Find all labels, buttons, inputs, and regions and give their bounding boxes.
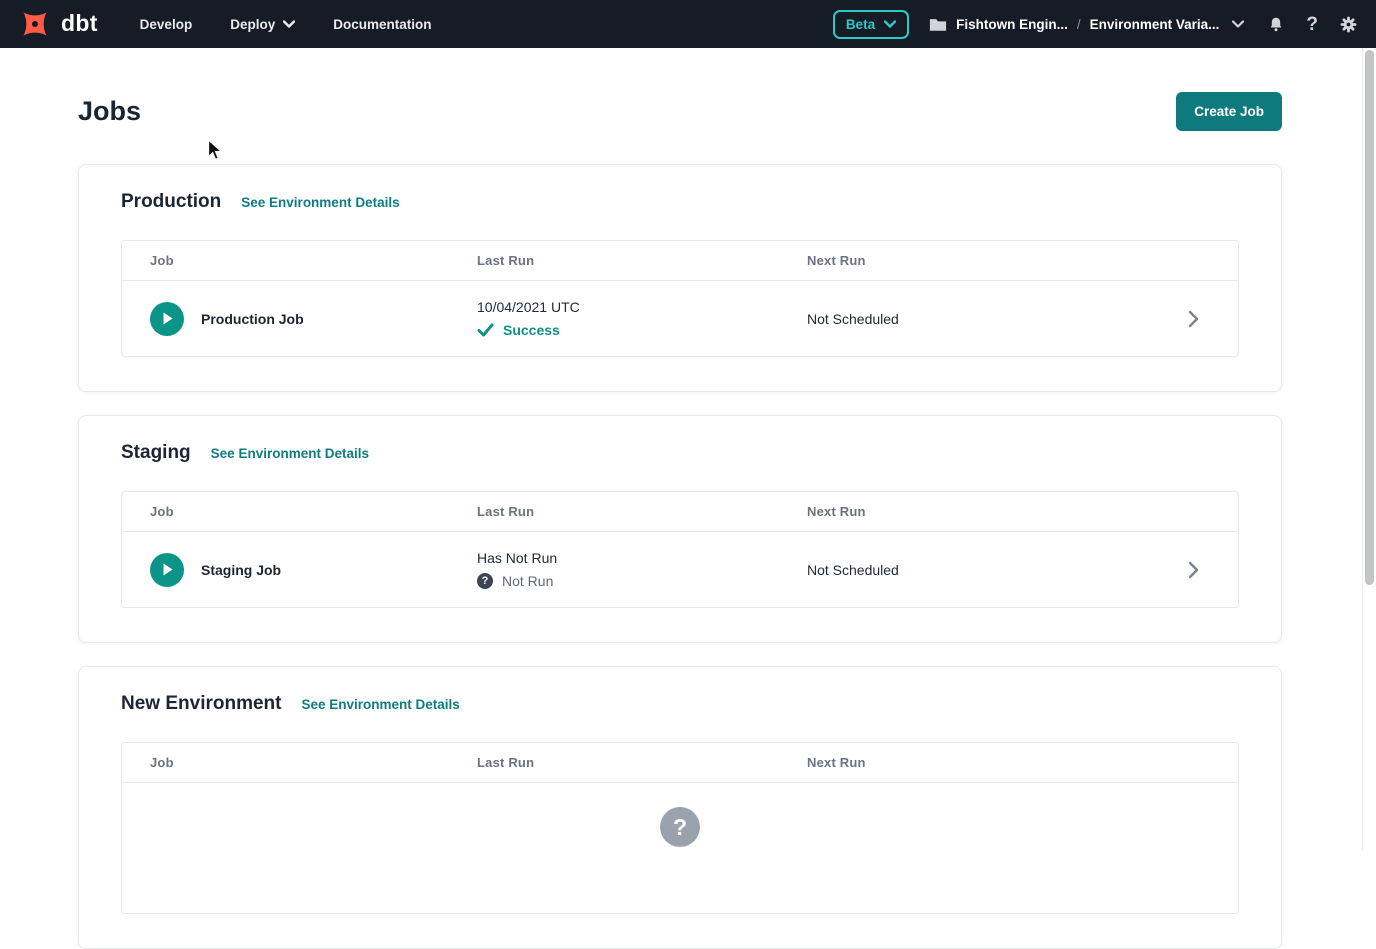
last-run-date: 10/04/2021 UTC bbox=[477, 299, 807, 315]
top-navbar: dbt Develop Deploy Documentation Beta Fi… bbox=[0, 0, 1376, 48]
column-header-job: Job bbox=[122, 253, 477, 268]
breadcrumb-separator: / bbox=[1077, 17, 1081, 32]
column-header-job: Job bbox=[122, 755, 477, 770]
job-name: Staging Job bbox=[201, 562, 281, 578]
column-header-last-run: Last Run bbox=[477, 253, 807, 268]
next-run-value: Not Scheduled bbox=[807, 562, 1148, 578]
job-name: Production Job bbox=[201, 311, 304, 327]
empty-jobs-state: ? bbox=[122, 783, 1238, 913]
chevron-down-icon[interactable] bbox=[1232, 20, 1244, 28]
environment-card-new-environment: New Environment See Environment Details … bbox=[78, 666, 1282, 949]
column-header-next-run: Next Run bbox=[807, 253, 1148, 268]
navbar-right: Beta Fishtown Engin... / Environment Var… bbox=[833, 10, 1358, 39]
chevron-down-icon bbox=[884, 20, 896, 28]
scrollbar-thumb[interactable] bbox=[1365, 50, 1374, 585]
table-header-row: Job Last Run Next Run bbox=[122, 492, 1238, 532]
vertical-scrollbar[interactable] bbox=[1362, 48, 1376, 850]
dbt-logo[interactable]: dbt bbox=[18, 7, 98, 41]
help-icon[interactable]: ? bbox=[1306, 15, 1318, 34]
chevron-down-icon bbox=[283, 20, 295, 28]
chevron-right-icon[interactable] bbox=[1188, 561, 1199, 579]
run-job-play-button[interactable] bbox=[150, 553, 184, 587]
brand-text: dbt bbox=[61, 10, 98, 37]
status-badge: Not Run bbox=[502, 573, 553, 589]
breadcrumb: Fishtown Engin... / Environment Varia... bbox=[929, 17, 1244, 32]
jobs-table: Job Last Run Next Run ? bbox=[121, 742, 1239, 914]
see-environment-details-link[interactable]: See Environment Details bbox=[211, 446, 369, 461]
see-environment-details-link[interactable]: See Environment Details bbox=[241, 195, 399, 210]
chevron-right-icon[interactable] bbox=[1188, 310, 1199, 328]
breadcrumb-project[interactable]: Fishtown Engin... bbox=[956, 17, 1068, 32]
see-environment-details-link[interactable]: See Environment Details bbox=[301, 697, 459, 712]
jobs-page: Jobs Create Job Production See Environme… bbox=[78, 48, 1282, 949]
environment-card-production: Production See Environment Details Job L… bbox=[78, 164, 1282, 392]
dbt-logo-icon bbox=[18, 7, 52, 41]
environment-title: Production bbox=[121, 191, 221, 213]
beta-dropdown[interactable]: Beta bbox=[833, 10, 909, 39]
bell-icon[interactable] bbox=[1267, 15, 1285, 34]
job-row-staging-job[interactable]: Staging Job Has Not Run ? Not Run Not Sc… bbox=[122, 532, 1238, 607]
status-badge: Success bbox=[503, 322, 560, 338]
success-check-icon bbox=[477, 323, 494, 337]
column-header-last-run: Last Run bbox=[477, 504, 807, 519]
environment-title: New Environment bbox=[121, 693, 281, 715]
run-job-play-button[interactable] bbox=[150, 302, 184, 336]
question-circle-icon: ? bbox=[477, 573, 493, 589]
last-run-date: Has Not Run bbox=[477, 550, 807, 566]
job-row-production-job[interactable]: Production Job 10/04/2021 UTC Success No… bbox=[122, 281, 1238, 356]
column-header-next-run: Next Run bbox=[807, 504, 1148, 519]
next-run-value: Not Scheduled bbox=[807, 311, 1148, 327]
nav-item-documentation[interactable]: Documentation bbox=[333, 17, 431, 32]
environment-card-staging: Staging See Environment Details Job Last… bbox=[78, 415, 1282, 643]
nav-item-deploy[interactable]: Deploy bbox=[230, 17, 295, 32]
jobs-table: Job Last Run Next Run Staging Job Has No… bbox=[121, 491, 1239, 608]
column-header-next-run: Next Run bbox=[807, 755, 1148, 770]
environment-title: Staging bbox=[121, 442, 191, 464]
create-job-button[interactable]: Create Job bbox=[1176, 92, 1282, 131]
gear-icon[interactable] bbox=[1339, 15, 1358, 34]
question-circle-icon: ? bbox=[660, 807, 700, 847]
jobs-table: Job Last Run Next Run Production Job 10/… bbox=[121, 240, 1239, 357]
table-header-row: Job Last Run Next Run bbox=[122, 743, 1238, 783]
column-header-job: Job bbox=[122, 504, 477, 519]
table-header-row: Job Last Run Next Run bbox=[122, 241, 1238, 281]
main-nav: Develop Deploy Documentation bbox=[140, 17, 432, 32]
column-header-last-run: Last Run bbox=[477, 755, 807, 770]
page-title: Jobs bbox=[78, 96, 141, 127]
nav-item-develop[interactable]: Develop bbox=[140, 17, 193, 32]
page-header: Jobs Create Job bbox=[78, 48, 1282, 131]
navbar-icons: ? bbox=[1267, 15, 1358, 34]
breadcrumb-current[interactable]: Environment Varia... bbox=[1090, 17, 1220, 32]
folder-icon bbox=[929, 17, 947, 32]
